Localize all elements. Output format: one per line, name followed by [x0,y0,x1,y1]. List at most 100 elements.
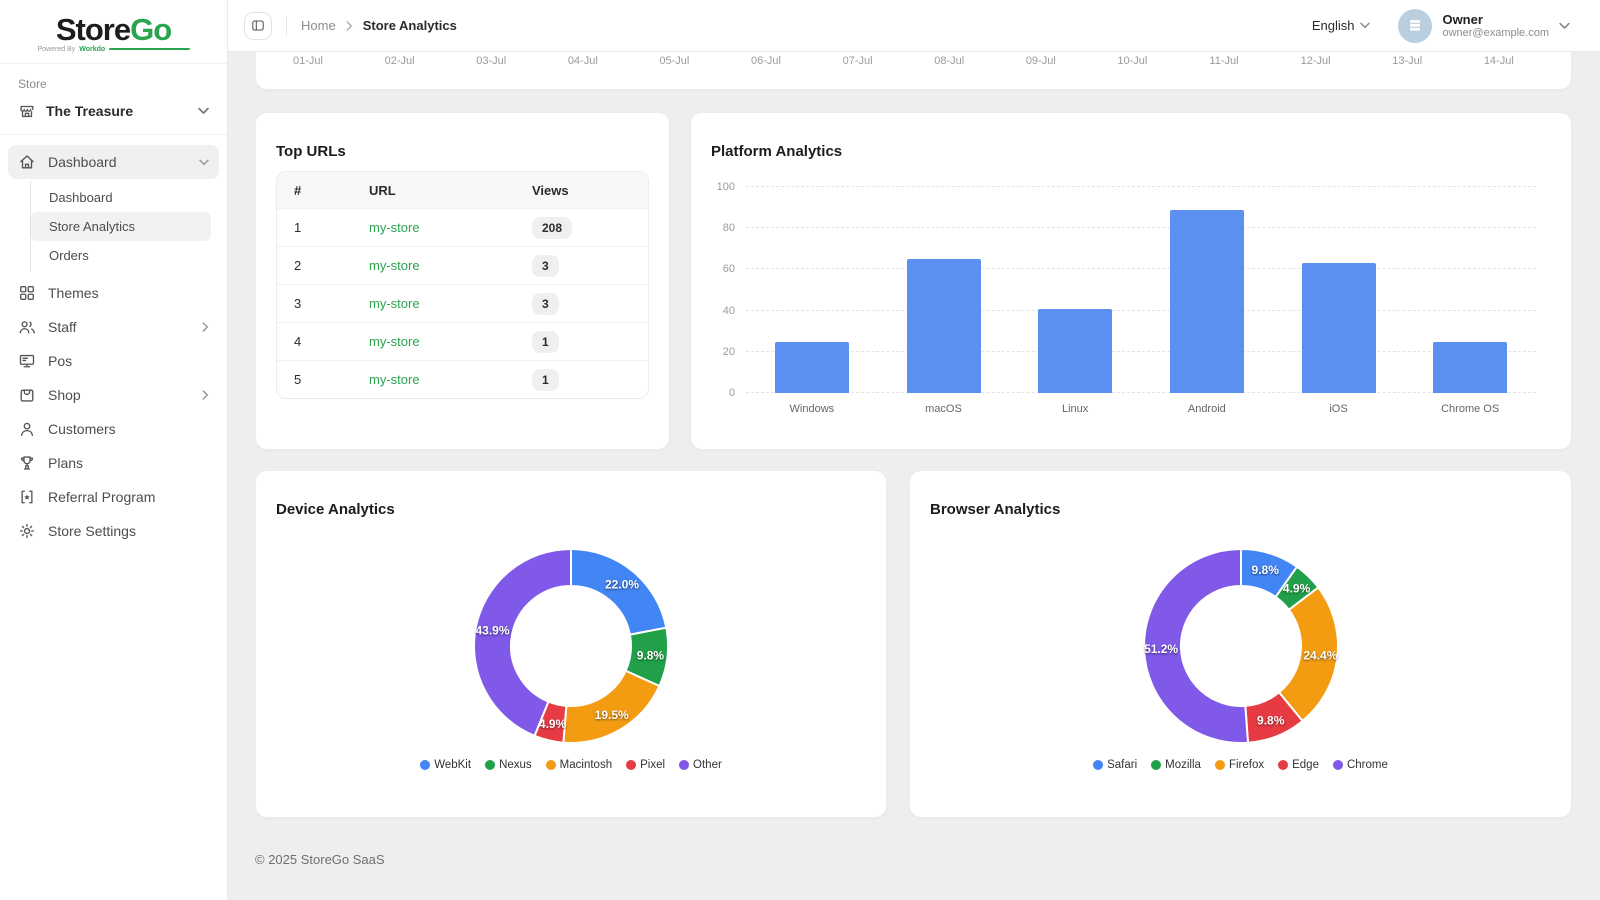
views-badge: 208 [532,217,572,239]
visitors-chart-x-axis: 01-Jul02-Jul03-Jul04-Jul05-Jul06-Jul07-J… [255,52,1572,90]
slice-percentage-label: 51.2% [1144,642,1178,656]
legend-item-edge[interactable]: Edge [1278,759,1319,771]
sidebar-item-plans[interactable]: Plans [8,446,219,480]
sidebar-item-label: Plans [48,455,83,471]
x-axis-label: 01-Jul [293,55,323,67]
logo[interactable]: StoreGo Powered By Workdo [0,0,227,64]
card-title: Top URLs [276,143,346,160]
legend-item-webkit[interactable]: WebKit [420,759,471,771]
chevron-down-icon [199,159,209,166]
url-link[interactable]: my-store [369,220,420,235]
sidebar-item-referral-program[interactable]: Referral Program [8,480,219,514]
subitem-label: Dashboard [49,190,113,205]
sidebar-item-themes[interactable]: Themes [8,276,219,310]
sidebar-item-shop[interactable]: Shop [8,378,219,412]
user-menu[interactable]: Owner owner@example.com [1398,9,1570,43]
legend-item-mozilla[interactable]: Mozilla [1151,759,1201,771]
sidebar-item-customers[interactable]: Customers [8,412,219,446]
chevron-right-icon [202,390,209,400]
legend-label: Nexus [499,759,532,771]
browser-analytics-card: Browser Analytics 9.8%4.9%24.4%9.8%51.2%… [909,470,1572,818]
legend-label: Macintosh [560,759,612,771]
legend-item-nexus[interactable]: Nexus [485,759,532,771]
legend-dot [1215,760,1225,770]
slice-percentage-label: 4.9% [1282,582,1310,596]
gear-icon [18,522,36,540]
slice-percentage-label: 24.4% [1303,648,1337,662]
slice-percentage-label: 9.8% [637,648,665,662]
slice-percentage-label: 9.8% [1257,713,1285,727]
url-link[interactable]: my-store [369,372,420,387]
table-row: 5my-store1 [277,360,648,398]
legend-label: WebKit [434,759,471,771]
card-title: Device Analytics [276,501,395,518]
legend-dot [626,760,636,770]
device-donut-chart: 22.0%9.8%19.5%4.9%43.9% [471,546,671,746]
url-link[interactable]: my-store [369,258,420,273]
table-body: 1my-store2082my-store33my-store34my-stor… [277,208,648,398]
legend-label: Edge [1292,759,1319,771]
legend-item-firefox[interactable]: Firefox [1215,759,1264,771]
rank-cell: 4 [277,334,352,349]
sidebar-item-pos[interactable]: Pos [8,344,219,378]
legend-item-safari[interactable]: Safari [1093,759,1137,771]
sidebar-item-label: Themes [48,285,99,301]
donut-slice-webkit[interactable] [571,549,666,635]
sidebar-item-label: Shop [48,387,81,403]
sidebar-item-dashboard[interactable]: Dashboard [8,145,219,179]
browser-chart-legend: Safari Mozilla Firefox Edge Chrome [910,759,1571,771]
x-axis-label: 09-Jul [1026,55,1056,67]
chevron-right-icon [346,21,353,31]
slice-percentage-label: 22.0% [605,577,639,591]
column-header-rank: # [277,183,352,198]
y-axis-tick-label: 40 [701,305,735,317]
legend-item-macintosh[interactable]: Macintosh [546,759,612,771]
sidebar-subitem-orders[interactable]: Orders [31,241,211,270]
legend-item-chrome[interactable]: Chrome [1333,759,1388,771]
legend-item-other[interactable]: Other [679,759,722,771]
sidebar-toggle-button[interactable] [244,12,272,40]
url-link[interactable]: my-store [369,296,420,311]
donut-slice-macintosh[interactable] [563,671,659,743]
avatar [1398,9,1432,43]
column-header-url: URL [352,183,515,198]
breadcrumb-current: Store Analytics [363,18,457,33]
y-axis-tick-label: 20 [701,346,735,358]
cards-row-1: Top URLs # URL Views 1my-store2082my-sto… [255,112,1572,450]
legend-dot [1278,760,1288,770]
logo-text: StoreGo [56,15,171,45]
views-badge: 3 [532,293,559,315]
sidebar-item-store-settings[interactable]: Store Settings [8,514,219,548]
sidebar-item-label: Dashboard [48,154,117,170]
sidebar-subitem-dashboard[interactable]: Dashboard [31,183,211,212]
gridline [746,186,1536,187]
header-right: English Owner owner@example.com [1312,9,1570,43]
platform-bar-chart: 020406080100WindowsmacOSLinuxAndroidiOSC… [746,187,1536,393]
main-content: 01-Jul02-Jul03-Jul04-Jul05-Jul06-Jul07-J… [228,52,1600,887]
views-badge: 3 [532,255,559,277]
legend-item-pixel[interactable]: Pixel [626,759,665,771]
legend-label: Pixel [640,759,665,771]
x-axis-label: 13-Jul [1392,55,1422,67]
header-divider [286,16,287,36]
sidebar-item-label: Referral Program [48,489,155,505]
legend-dot [485,760,495,770]
sidebar-menu: Dashboard Dashboard Store Analytics Orde… [0,135,227,558]
x-axis-category-label: Android [1147,403,1267,415]
logo-underline [109,48,189,50]
store-selector[interactable]: The Treasure [18,102,209,120]
bar-ios [1302,263,1376,393]
language-selector[interactable]: English [1312,18,1371,33]
y-axis-tick-label: 100 [701,181,735,193]
x-axis-category-label: macOS [884,403,1004,415]
y-axis-tick-label: 80 [701,222,735,234]
sidebar-subitem-store-analytics[interactable]: Store Analytics [31,212,211,241]
device-chart-legend: WebKit Nexus Macintosh Pixel Other [256,759,886,771]
x-axis-category-label: iOS [1279,403,1399,415]
chevron-down-icon [1559,22,1570,30]
breadcrumb-home-link[interactable]: Home [301,18,336,33]
store-section-label: Store [18,77,209,91]
url-link[interactable]: my-store [369,334,420,349]
x-axis-label: 02-Jul [385,55,415,67]
sidebar-item-staff[interactable]: Staff [8,310,219,344]
